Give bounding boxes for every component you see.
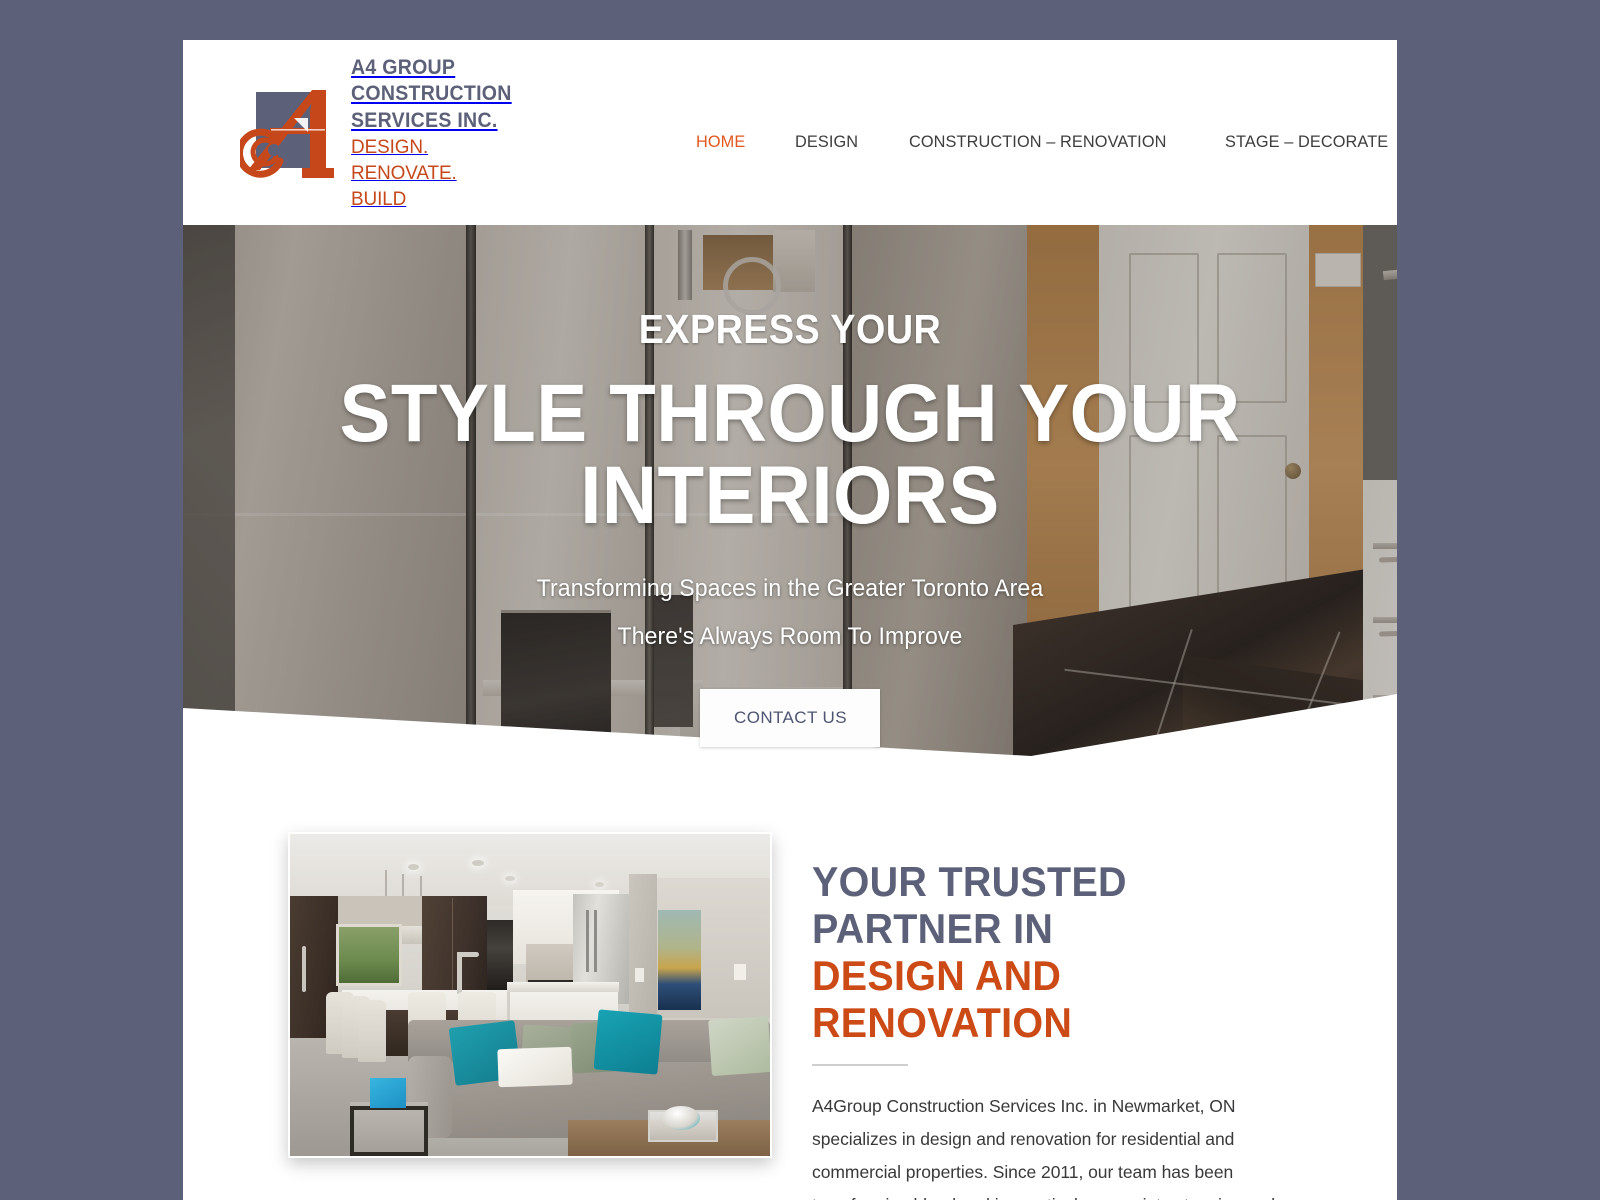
a4group-logo-mark-icon [240, 89, 334, 178]
about-heading-divider [812, 1064, 908, 1066]
hero-subtitle-2: There's Always Room To Improve [617, 623, 963, 650]
about-heading-line-2: DESIGN AND RENOVATION [812, 952, 1073, 1046]
page-container: A4 GROUP CONSTRUCTION SERVICES INC. DESI… [183, 40, 1397, 1200]
brand-line-3: SERVICES INC. [351, 108, 498, 132]
brand-text: A4 GROUP CONSTRUCTION SERVICES INC. DESI… [351, 55, 524, 213]
hero-subtitle-1: Transforming Spaces in the Greater Toron… [536, 575, 1044, 602]
hero-eyebrow: EXPRESS YOUR [638, 306, 942, 352]
nav-item-construction-renovation[interactable]: CONSTRUCTION – RENOVATION [909, 120, 1166, 164]
primary-navigation: HOME DESIGN CONSTRUCTION – RENOVATION ST… [696, 120, 1397, 164]
brand-line-2: CONSTRUCTION [351, 82, 512, 106]
hero-title: STYLE THROUGH YOUR INTERIORS [339, 368, 1241, 541]
about-body-text: A4Group Construction Services Inc. in Ne… [812, 1096, 1275, 1200]
hero-content: EXPRESS YOUR STYLE THROUGH YOUR INTERIOR… [183, 225, 1397, 747]
brand-logo-link[interactable]: A4 GROUP CONSTRUCTION SERVICES INC. DESI… [240, 53, 524, 213]
brand-tagline: DESIGN. RENOVATE. BUILD [351, 136, 457, 211]
nav-item-home[interactable]: HOME [696, 120, 745, 164]
about-image-frame [288, 832, 772, 1158]
nav-item-design[interactable]: DESIGN [795, 120, 858, 164]
site-header: A4 GROUP CONSTRUCTION SERVICES INC. DESI… [183, 40, 1397, 225]
brand-line-1: A4 GROUP [351, 55, 456, 79]
nav-item-stage-decorate[interactable]: STAGE – DECORATE [1225, 120, 1388, 164]
about-heading-line-1: YOUR TRUSTED PARTNER IN [812, 858, 1127, 952]
about-interior-image [290, 834, 770, 1156]
contact-us-button[interactable]: CONTACT US [700, 689, 880, 747]
hero-section: EXPRESS YOUR STYLE THROUGH YOUR INTERIOR… [183, 225, 1397, 756]
about-text-column: YOUR TRUSTED PARTNER IN DESIGN AND RENOV… [812, 830, 1340, 1200]
about-section: YOUR TRUSTED PARTNER IN DESIGN AND RENOV… [183, 756, 1397, 1200]
